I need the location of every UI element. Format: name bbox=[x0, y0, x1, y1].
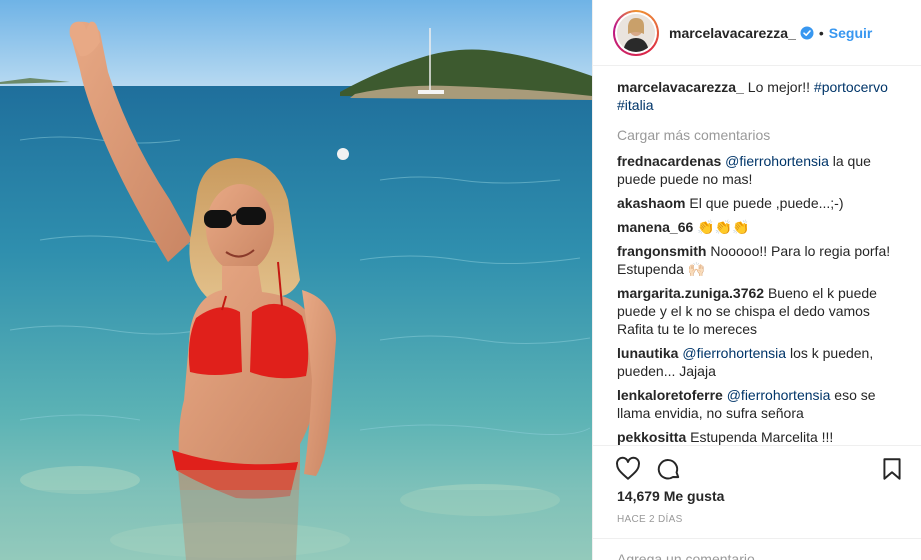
comments-list: marcelavacarezza_ Lo mejor!! #portocervo… bbox=[617, 78, 905, 452]
bookmark-icon[interactable] bbox=[879, 456, 905, 482]
comment-username[interactable]: akashaom bbox=[617, 195, 685, 211]
comment-mention[interactable]: @fierrohortensia bbox=[725, 153, 829, 169]
hashtag-link[interactable]: #italia bbox=[617, 97, 654, 113]
comment-mention[interactable]: @fierrohortensia bbox=[682, 345, 786, 361]
comment-mention[interactable]: @fierrohortensia bbox=[727, 387, 831, 403]
comment-item: frangonsmith Nooooo!! Para lo regia porf… bbox=[617, 242, 905, 278]
comment-username[interactable]: margarita.zuniga.3762 bbox=[617, 285, 764, 301]
follow-button[interactable]: Seguir bbox=[829, 25, 873, 41]
caption-username[interactable]: marcelavacarezza_ bbox=[617, 79, 744, 95]
post-actions-bar bbox=[593, 445, 921, 489]
comment-item: lunautika @fierrohortensia los k pueden,… bbox=[617, 344, 905, 380]
header-separator: • bbox=[818, 24, 824, 41]
comment-text: Estupenda Marcelita !!! bbox=[686, 429, 834, 445]
comment-icon[interactable] bbox=[656, 456, 682, 482]
avatar-story-ring[interactable] bbox=[613, 9, 659, 56]
comment-item: pekkositta Estupenda Marcelita !!! bbox=[617, 428, 905, 446]
comment-text: 👏👏👏 bbox=[693, 219, 750, 235]
comment-username[interactable]: frangonsmith bbox=[617, 243, 706, 259]
comment-text: El que puede ,puede...;-) bbox=[685, 195, 844, 211]
caption: marcelavacarezza_ Lo mejor!! #portocervo… bbox=[617, 78, 905, 114]
comment-item: frednacardenas @fierrohortensia la que p… bbox=[617, 152, 905, 188]
comment-username[interactable]: manena_66 bbox=[617, 219, 693, 235]
heart-icon[interactable] bbox=[615, 456, 641, 482]
avatar[interactable] bbox=[617, 13, 655, 52]
likes-count[interactable]: 14,679 Me gusta bbox=[617, 488, 724, 504]
comment-input[interactable] bbox=[617, 551, 897, 560]
post-side-panel: marcelavacarezza_ • Seguir marcelavacare… bbox=[592, 0, 921, 560]
load-more-comments-button[interactable]: Cargar más comentarios bbox=[617, 126, 905, 144]
header-username[interactable]: marcelavacarezza_ bbox=[669, 25, 796, 41]
verified-badge-icon bbox=[800, 26, 814, 40]
add-comment-bar bbox=[593, 538, 921, 560]
comment-item: akashaom El que puede ,puede...;-) bbox=[617, 194, 905, 212]
post-photo[interactable] bbox=[0, 0, 592, 560]
comment-username[interactable]: frednacardenas bbox=[617, 153, 721, 169]
avatar-image bbox=[617, 13, 655, 52]
comment-item: lenkaloretoferre @fierrohortensia eso se… bbox=[617, 386, 905, 422]
comment-username[interactable]: pekkositta bbox=[617, 429, 686, 445]
post-header: marcelavacarezza_ • Seguir bbox=[593, 0, 921, 66]
comment-item: margarita.zuniga.3762 Bueno el k puede p… bbox=[617, 284, 905, 338]
beach-photo-illustration bbox=[0, 0, 592, 560]
post-timestamp[interactable]: HACE 2 DÍAS bbox=[617, 514, 683, 525]
comment-item: manena_66 👏👏👏 bbox=[617, 218, 905, 236]
hashtag-link[interactable]: #portocervo bbox=[814, 79, 888, 95]
comment-username[interactable]: lunautika bbox=[617, 345, 678, 361]
caption-text: Lo mejor!! bbox=[743, 79, 814, 95]
comment-username[interactable]: lenkaloretoferre bbox=[617, 387, 723, 403]
